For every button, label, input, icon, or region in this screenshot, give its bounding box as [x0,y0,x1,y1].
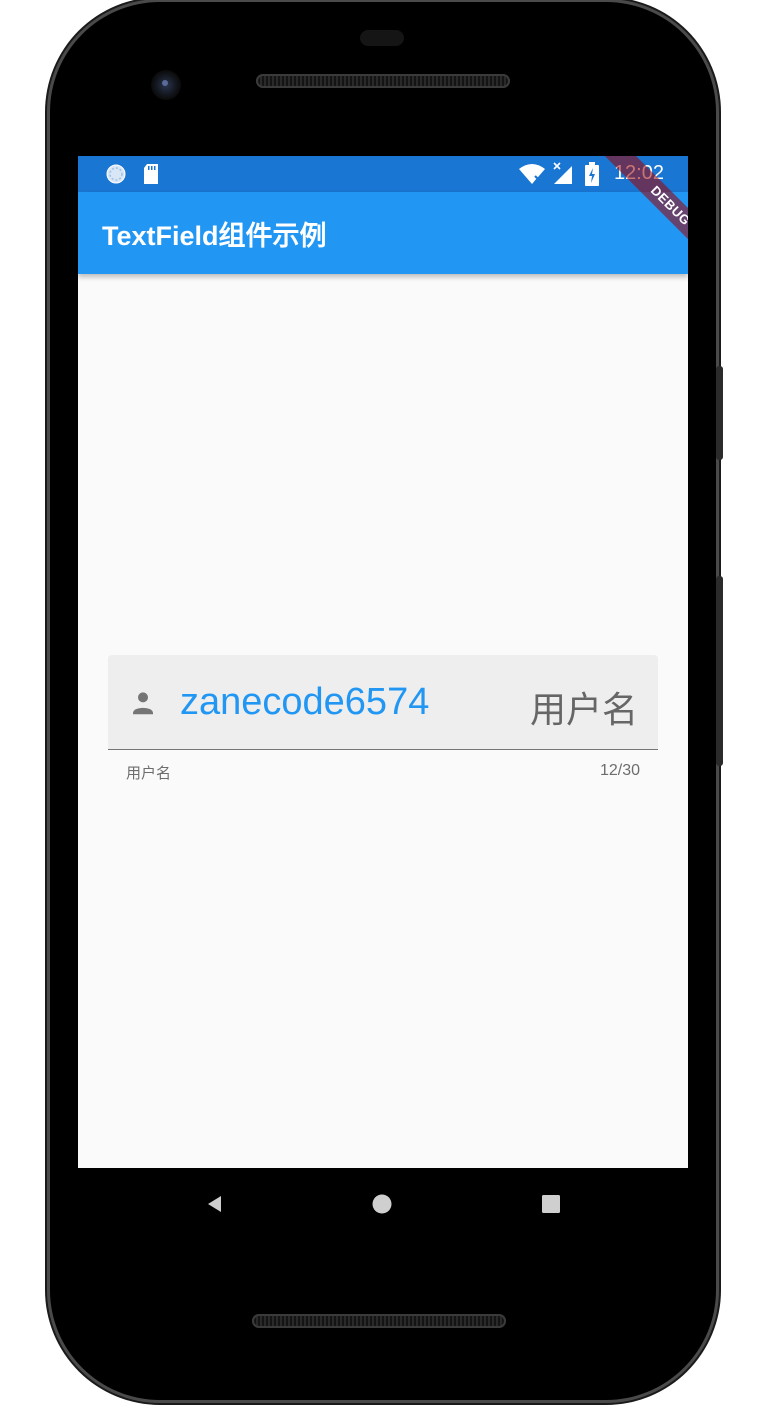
page-title: TextField组件示例 [102,221,327,251]
status-bar: 12:02 [78,156,688,192]
username-text-field[interactable]: zanecode6574 用户名 用户名 12/30 [108,655,658,782]
battery-icon [585,162,599,186]
home-icon[interactable] [370,1192,394,1216]
power-button[interactable] [716,366,723,460]
wifi-icon [518,164,546,184]
device-frame: 12:02 TextField组件示例 DEBUG zanecode6574 用… [0,0,772,1428]
top-speaker [256,74,510,88]
recents-icon[interactable] [539,1192,563,1216]
back-icon[interactable] [203,1192,227,1216]
sd-card-icon [142,164,160,184]
helper-row: 用户名 12/30 [108,750,658,782]
earpiece [360,30,404,46]
sync-circle-icon [105,164,127,184]
username-input[interactable]: zanecode6574 用户名 [108,655,658,750]
signal-icon [552,162,574,184]
input-value: zanecode6574 [180,681,430,723]
helper-text: 用户名 [126,764,172,782]
bottom-speaker [252,1314,506,1328]
front-camera [151,70,181,100]
app-bar: TextField组件示例 [78,192,688,274]
suffix-text: 用户名 [529,690,638,731]
character-counter: 12/30 [599,762,640,779]
person-icon [128,688,158,718]
volume-button[interactable] [716,576,723,766]
screen: 12:02 TextField组件示例 DEBUG zanecode6574 用… [78,156,688,1168]
